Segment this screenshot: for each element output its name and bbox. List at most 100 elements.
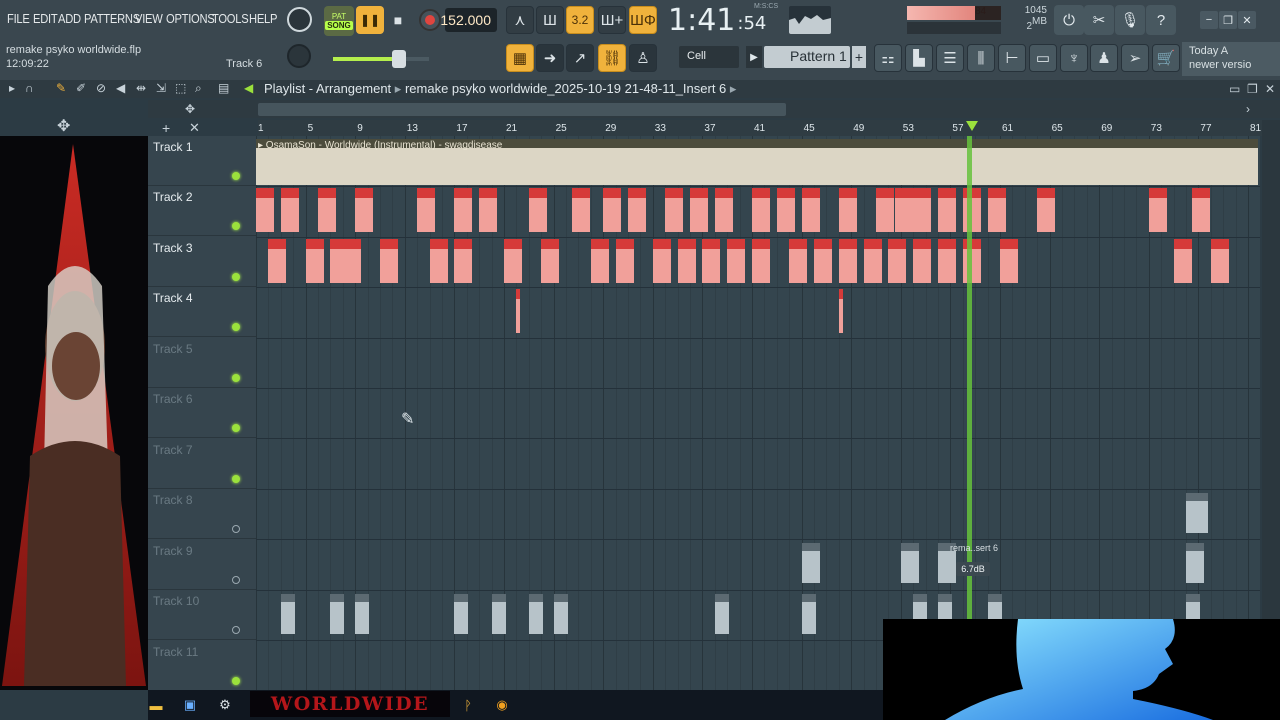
track-header[interactable]: Track 7	[148, 439, 256, 489]
ghost-clip[interactable]	[355, 593, 370, 634]
sample-clip[interactable]	[615, 238, 634, 283]
sample-clip[interactable]	[789, 238, 808, 283]
ghost-clip[interactable]	[801, 543, 820, 584]
delete-icon[interactable]: ⊘	[96, 81, 106, 95]
ghost-clip[interactable]	[330, 593, 345, 634]
sample-clip[interactable]	[516, 289, 521, 334]
help-button[interactable]: ?	[1146, 5, 1176, 35]
sample-clip[interactable]	[429, 238, 448, 283]
ghost-clip[interactable]	[553, 593, 568, 634]
sample-clip[interactable]	[752, 238, 770, 283]
mixer-faders-button[interactable]: ⫼	[967, 44, 995, 72]
track-led-icon[interactable]	[232, 323, 240, 331]
pattern-selector[interactable]: Pattern 1	[764, 46, 850, 68]
minimize-button[interactable]: −	[1200, 11, 1218, 29]
ghost-clip[interactable]	[801, 593, 816, 634]
snap-select[interactable]: Cell	[679, 46, 739, 68]
sample-clip[interactable]	[590, 238, 609, 283]
step-tool-button[interactable]: ↗	[566, 44, 594, 72]
news-panel[interactable]: Today A newer versio	[1182, 42, 1280, 76]
track-header[interactable]: Track 4	[148, 287, 256, 337]
zoom-icon[interactable]: ⌕	[195, 81, 202, 96]
metronome-button[interactable]: ⋏	[506, 6, 534, 34]
tempo-knob-icon[interactable]	[287, 7, 312, 32]
playlist-minimize-icon[interactable]: ▭	[1229, 82, 1240, 96]
sample-clip[interactable]	[1000, 238, 1018, 283]
drag-icon[interactable]: ✥	[57, 116, 70, 136]
sample-clip[interactable]	[355, 188, 374, 233]
sample-clip[interactable]	[454, 188, 473, 233]
playlist-menu-arrow-icon[interactable]: ▸	[9, 81, 15, 95]
channel-rack-button[interactable]: ☰	[936, 44, 964, 72]
sample-clip[interactable]	[342, 238, 361, 283]
sample-clip[interactable]	[776, 188, 795, 233]
menu-file[interactable]: FILE	[7, 11, 30, 26]
sample-clip[interactable]	[714, 188, 733, 233]
scroll-right-icon[interactable]: ›	[1246, 102, 1250, 116]
sample-clip[interactable]	[690, 188, 708, 233]
ghost-clip[interactable]	[528, 593, 543, 634]
ghost-clip[interactable]	[454, 593, 469, 634]
ghost-clip[interactable]	[714, 593, 729, 634]
playlist-restore-icon[interactable]: ❐	[1247, 82, 1258, 96]
add-pattern-button[interactable]: +	[852, 46, 866, 68]
track-led-icon[interactable]	[232, 525, 240, 533]
sample-clip[interactable]	[305, 238, 324, 283]
sample-clip[interactable]	[417, 188, 436, 233]
stop-button[interactable]: ■	[386, 6, 410, 34]
track-header[interactable]: Track 9	[148, 540, 256, 590]
brush-icon[interactable]: ✐	[76, 81, 86, 95]
pat-song-toggle[interactable]: PAT SONG	[324, 6, 354, 36]
settings-icon[interactable]: ⚙	[215, 695, 235, 715]
sample-clip[interactable]	[913, 238, 932, 283]
track-led-icon[interactable]	[232, 172, 240, 180]
sample-clip[interactable]	[863, 238, 882, 283]
track-led-icon[interactable]	[232, 475, 240, 483]
playlist-close-icon[interactable]: ✕	[1265, 82, 1275, 96]
ghost-clip[interactable]	[900, 543, 919, 584]
sample-clip[interactable]	[665, 188, 684, 233]
menu-add[interactable]: ADD	[58, 11, 81, 26]
sample-clip[interactable]	[318, 188, 336, 233]
playback-icon[interactable]: ▤	[218, 81, 229, 95]
track-header[interactable]: Track 8	[148, 489, 256, 539]
speaker-icon[interactable]: ◀	[244, 81, 253, 95]
sample-clip[interactable]	[938, 188, 956, 233]
countdown-button[interactable]: 3.2	[566, 6, 594, 34]
menu-patterns[interactable]: PATTERNS	[84, 11, 140, 26]
track-header[interactable]: Track 5	[148, 338, 256, 388]
ghost-clip[interactable]	[280, 593, 295, 634]
track-header[interactable]: Track 3	[148, 237, 256, 287]
overview-move-icon[interactable]: ✥	[185, 102, 195, 116]
ghost-clip[interactable]	[1186, 492, 1208, 533]
fl-studio-icon[interactable]: ᚹ	[458, 695, 478, 715]
track-led-icon[interactable]	[232, 576, 240, 584]
cloud-button[interactable]: ➢	[1121, 44, 1149, 72]
horizontal-scrollbar[interactable]	[258, 103, 786, 116]
timeline-ruler[interactable]: 1 5 9 13 17 21 25 29 33 37 41 45 49 53 57 61 65 69 73 77 81	[258, 120, 1262, 136]
sample-clip[interactable]	[987, 188, 1006, 233]
track-header[interactable]: Track 1	[148, 136, 256, 186]
sample-clip[interactable]	[603, 188, 622, 233]
track-led-icon[interactable]	[232, 677, 240, 685]
remove-track-icon[interactable]: ✕	[189, 120, 200, 136]
track-header[interactable]: Track 2	[148, 186, 256, 236]
step-edit-button[interactable]: Ш+	[598, 6, 626, 34]
sample-clip[interactable]	[838, 238, 857, 283]
sample-clip[interactable]	[801, 188, 820, 233]
track-header[interactable]: Track 6	[148, 388, 256, 438]
playlist-button[interactable]: ▦	[506, 44, 534, 72]
ghost-clip[interactable]	[491, 593, 506, 634]
plugin-button[interactable]: ♆	[1060, 44, 1088, 72]
restore-button[interactable]: ❐	[1219, 11, 1237, 29]
sample-clip[interactable]	[504, 238, 522, 283]
track-led-icon[interactable]	[232, 273, 240, 281]
sample-clip[interactable]	[1192, 188, 1211, 233]
sample-clip[interactable]	[1037, 188, 1056, 233]
select-icon[interactable]: ⬚	[175, 81, 186, 95]
track-led-icon[interactable]	[232, 374, 240, 382]
sample-clip[interactable]	[652, 238, 671, 283]
track-led-icon[interactable]	[232, 424, 240, 432]
menu-options[interactable]: OPTIONS	[166, 11, 215, 26]
sample-clip[interactable]	[938, 238, 956, 283]
